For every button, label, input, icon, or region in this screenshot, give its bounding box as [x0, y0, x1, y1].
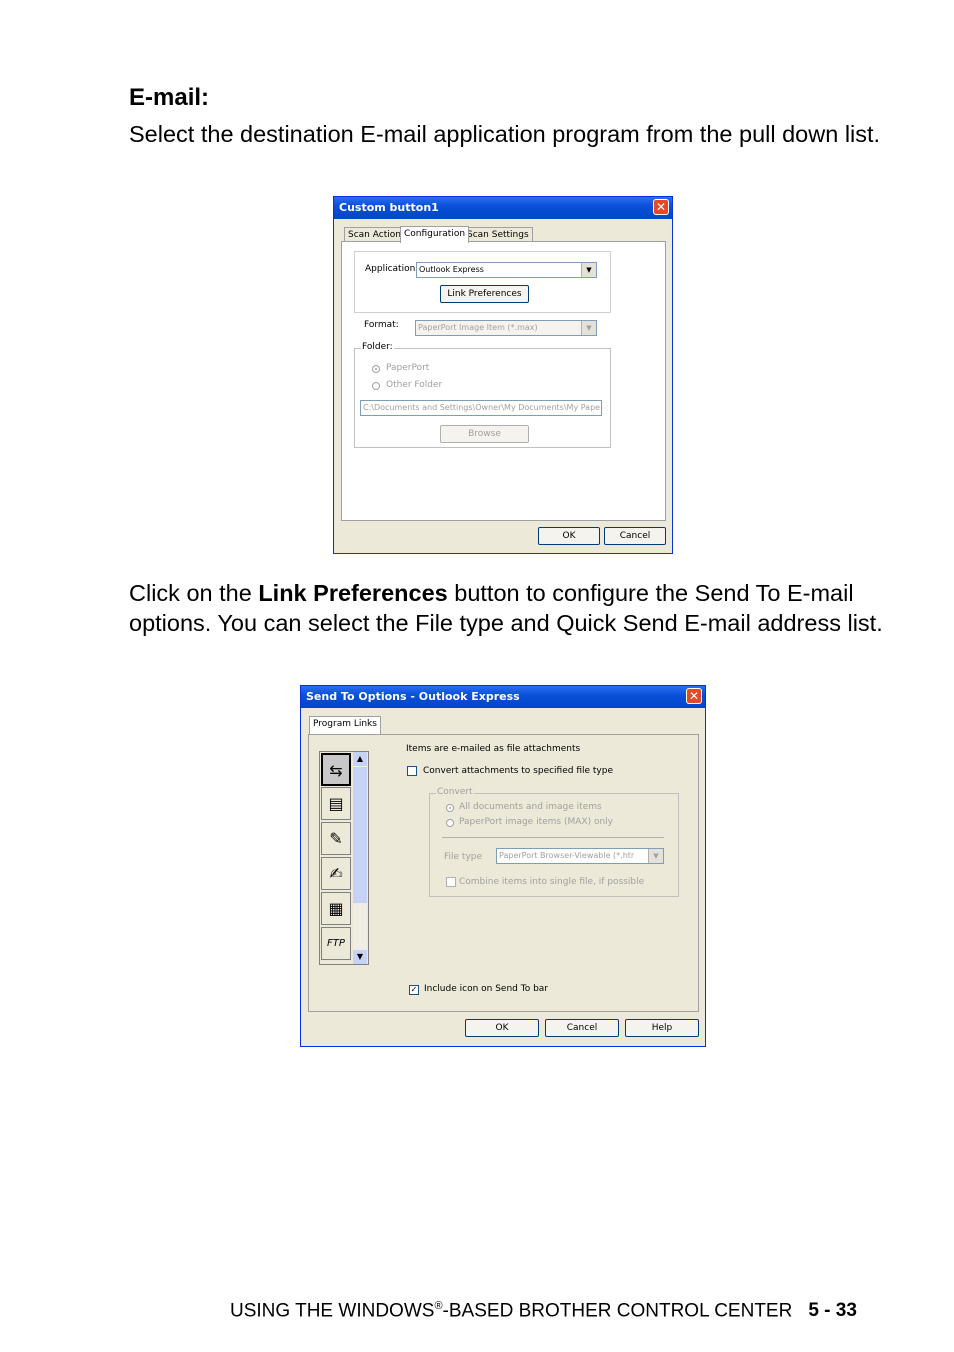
- format-value: PaperPort Image Item (*.max): [418, 323, 538, 332]
- scroll-up-icon[interactable]: ▲: [353, 752, 367, 766]
- dialog-title-bar: Send To Options - Outlook Express ✕: [301, 686, 705, 708]
- application-select[interactable]: Outlook Express ▼: [416, 262, 597, 278]
- max-only-radio[interactable]: [446, 819, 454, 827]
- scroll-thumb[interactable]: [353, 767, 367, 903]
- chevron-down-icon[interactable]: ▼: [648, 849, 663, 863]
- ftp-icon-label: FTP: [327, 938, 345, 949]
- all-documents-radio-label: All documents and image items: [459, 802, 602, 812]
- intro-paragraph: Select the destination E-mail applicatio…: [129, 121, 881, 147]
- ok-button[interactable]: OK: [538, 527, 600, 545]
- include-icon-checkbox[interactable]: ✓: [409, 985, 419, 995]
- tab-strip: Scan Action Configuration Scan Settings: [342, 226, 662, 243]
- program-links-panel: ⇆ ▤ ✎ ✍ ▦ FTP ▲ ▼ Items are e-mailed as …: [308, 734, 699, 1012]
- format-select[interactable]: PaperPort Image Item (*.max) ▼: [415, 320, 597, 336]
- folder-group: Folder: PaperPort Other Folder C:\Docume…: [354, 342, 611, 448]
- dialog-title: Custom button1: [339, 201, 439, 214]
- ok-button[interactable]: OK: [465, 1019, 539, 1037]
- word-program-icon[interactable]: ▦: [321, 892, 351, 925]
- page-number: 5 - 33: [808, 1300, 857, 1322]
- section-heading: E-mail:: [129, 84, 210, 111]
- convert-group: Convert All documents and image items Pa…: [429, 787, 679, 897]
- tab-scan-settings[interactable]: Scan Settings: [463, 227, 533, 242]
- combine-checkbox-label: Combine items into single file, if possi…: [459, 877, 645, 887]
- scroll-down-icon[interactable]: ▼: [353, 950, 367, 964]
- application-label: Application:: [365, 264, 419, 274]
- configuration-panel: Application: Outlook Express ▼ Link Pref…: [341, 241, 666, 521]
- close-icon[interactable]: ✕: [653, 199, 669, 215]
- email-program-icon[interactable]: ⇆: [321, 753, 351, 786]
- dialog-title: Send To Options - Outlook Express: [306, 690, 520, 703]
- tab-scan-action[interactable]: Scan Action: [344, 227, 405, 242]
- paperport-radio[interactable]: [372, 365, 380, 373]
- cancel-button[interactable]: Cancel: [545, 1019, 619, 1037]
- notepad-program-icon[interactable]: ✍: [321, 857, 351, 890]
- paperport-radio-label: PaperPort: [386, 363, 430, 373]
- send-to-options-dialog: Send To Options - Outlook Express ✕ Prog…: [300, 685, 706, 1047]
- program-icon-list[interactable]: ⇆ ▤ ✎ ✍ ▦ FTP ▲ ▼: [319, 751, 369, 965]
- file-type-label: File type: [444, 852, 483, 862]
- divider: [442, 837, 664, 838]
- para2-before: Click on the: [129, 580, 259, 606]
- convert-checkbox-label: Convert attachments to specified file ty…: [423, 766, 614, 776]
- combine-checkbox[interactable]: [446, 877, 456, 887]
- application-group: Application: Outlook Express ▼ Link Pref…: [354, 251, 611, 313]
- all-documents-radio[interactable]: [446, 804, 454, 812]
- max-only-radio-label: PaperPort image items (MAX) only: [459, 817, 613, 827]
- chevron-down-icon[interactable]: ▼: [581, 321, 596, 335]
- convert-group-label: Convert: [436, 787, 474, 797]
- para2-bold: Link Preferences: [258, 580, 448, 606]
- file-type-select[interactable]: PaperPort Browser-Viewable (*.htr ▼: [496, 848, 664, 864]
- tab-program-links[interactable]: Program Links: [309, 716, 381, 734]
- application-value: Outlook Express: [419, 265, 484, 274]
- format-label: Format:: [364, 320, 399, 330]
- close-icon[interactable]: ✕: [686, 688, 702, 704]
- footer-text: USING THE WINDOWS: [230, 1300, 435, 1322]
- link-preferences-paragraph: Click on the Link Preferences button to …: [129, 578, 889, 638]
- registered-mark: ®: [434, 1300, 443, 1312]
- tab-configuration[interactable]: Configuration: [400, 226, 470, 243]
- other-folder-radio-label: Other Folder: [386, 380, 443, 390]
- include-icon-checkbox-label: Include icon on Send To bar: [424, 984, 549, 994]
- paint-program-icon[interactable]: ✎: [321, 822, 351, 855]
- convert-checkbox[interactable]: [407, 766, 417, 776]
- page-footer: USING THE WINDOWS®-BASED BROTHER CONTROL…: [230, 1300, 857, 1322]
- footer-text-2: -BASED BROTHER CONTROL CENTER: [442, 1300, 793, 1322]
- custom-button-dialog: Custom button1 ✕ Scan Action Configurati…: [333, 196, 673, 554]
- dialog-title-bar: Custom button1 ✕: [334, 197, 672, 219]
- help-button[interactable]: Help: [625, 1019, 699, 1037]
- fax-program-icon[interactable]: ▤: [321, 787, 351, 820]
- other-folder-radio[interactable]: [372, 382, 380, 390]
- folder-path-field[interactable]: C:\Documents and Settings\Owner\My Docum…: [360, 400, 602, 416]
- browse-button[interactable]: Browse: [440, 425, 529, 443]
- cancel-button[interactable]: Cancel: [604, 527, 666, 545]
- file-type-value: PaperPort Browser-Viewable (*.htr: [499, 851, 635, 860]
- ftp-program-icon[interactable]: FTP: [321, 927, 351, 960]
- folder-label: Folder:: [361, 342, 394, 352]
- vertical-scrollbar[interactable]: ▲ ▼: [353, 752, 367, 964]
- info-text: Items are e-mailed as file attachments: [406, 744, 581, 754]
- chevron-down-icon[interactable]: ▼: [581, 263, 596, 277]
- link-preferences-button[interactable]: Link Preferences: [440, 285, 529, 303]
